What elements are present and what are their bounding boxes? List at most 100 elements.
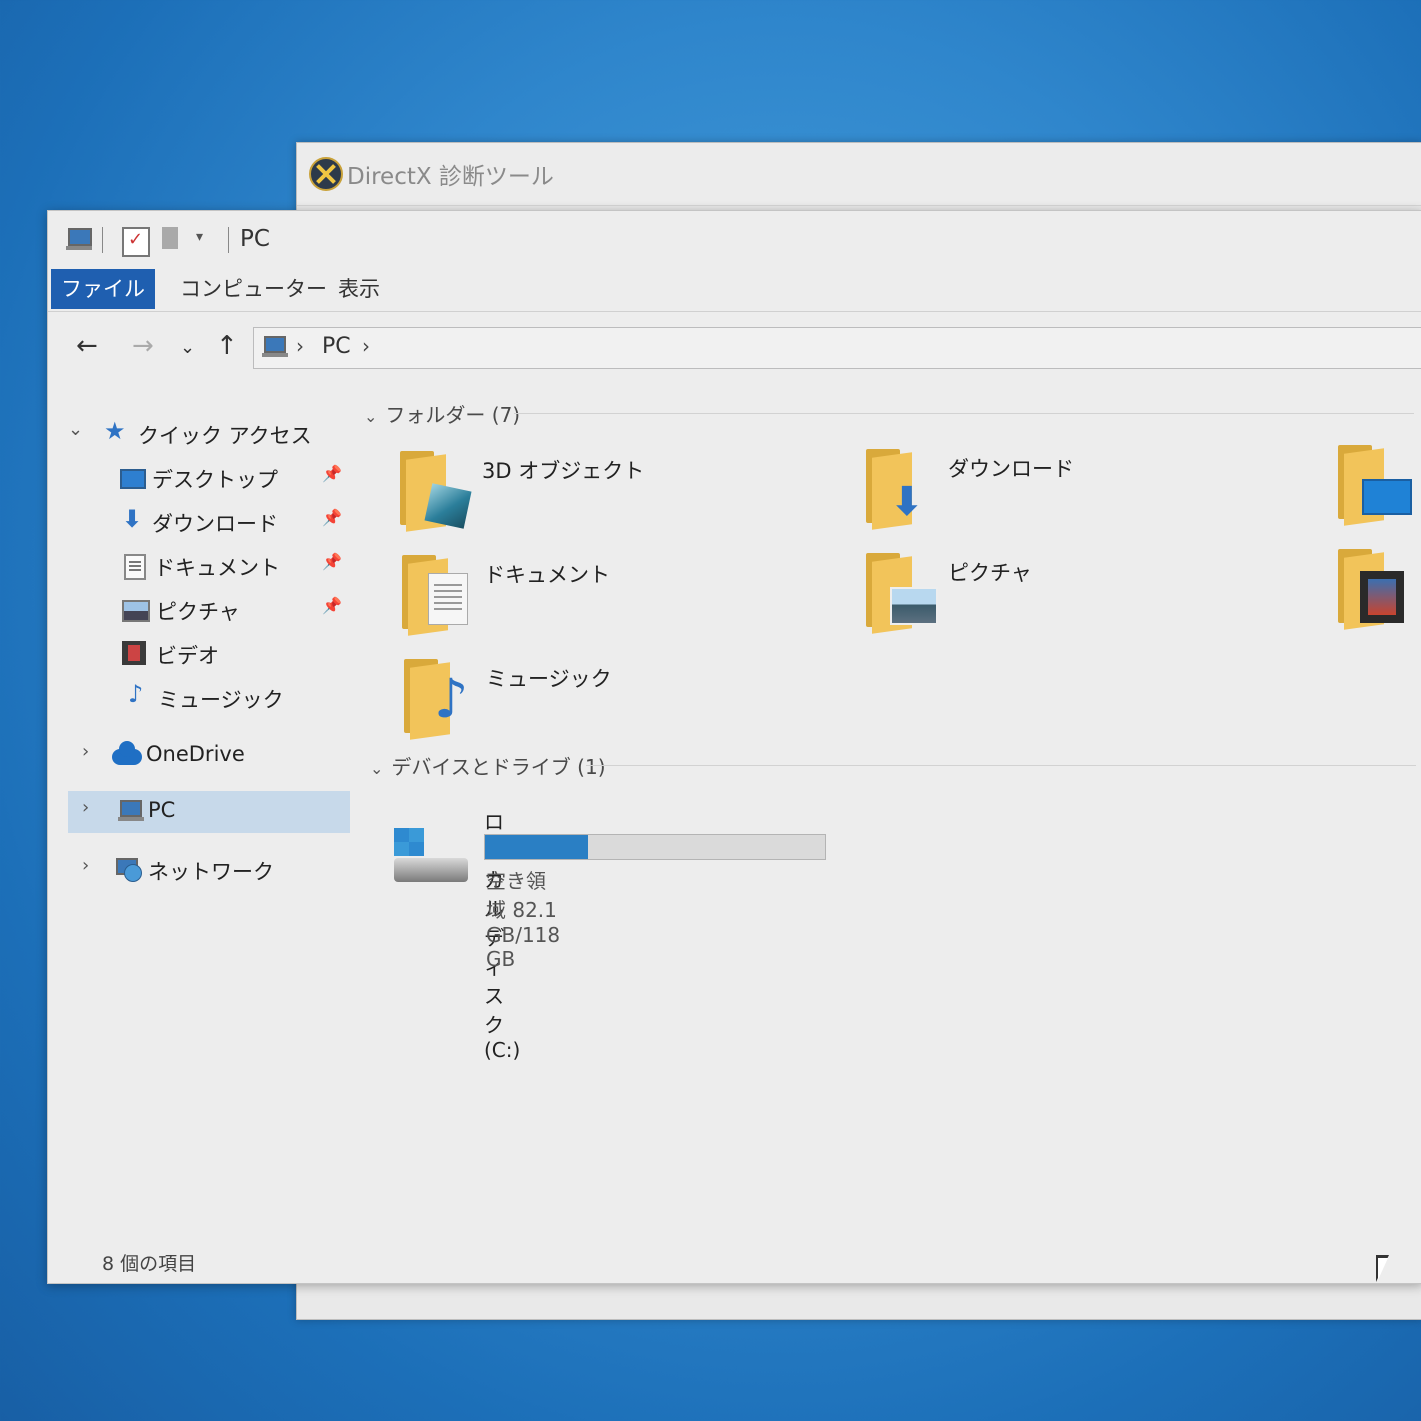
nav-label: デスクトップ <box>152 468 278 492</box>
devices-group-header[interactable]: ⌄ デバイスとドライブ (1) <box>370 751 606 780</box>
customize-toolbar-dropdown-icon[interactable]: ▾ <box>196 229 203 245</box>
toolbar-separator <box>228 227 229 253</box>
pin-icon[interactable]: 📌 <box>322 552 342 571</box>
nav-item-pictures[interactable]: ピクチャ 📌 <box>48 589 352 629</box>
pc-icon <box>118 800 144 822</box>
folder-label-3d-objects[interactable]: 3D オブジェクト <box>482 455 644 485</box>
nav-item-network[interactable]: › ネットワーク <box>48 849 352 889</box>
hard-drive-icon <box>394 828 474 888</box>
nav-label: ミュージック <box>158 688 284 712</box>
recent-locations-chevron-icon[interactable]: ⌄ <box>180 337 195 358</box>
drive-free-space: 空き領域 82.1 GB/118 GB <box>486 869 561 971</box>
nav-item-pc[interactable]: › PC <box>68 791 350 833</box>
up-arrow-icon[interactable]: ↑ <box>216 331 238 361</box>
nav-label: ダウンロード <box>152 512 278 536</box>
breadcrumb-chevron-icon[interactable]: › <box>362 334 370 358</box>
folder-label-pictures[interactable]: ピクチャ <box>948 557 1032 587</box>
folder-pictures-icon[interactable] <box>866 553 938 634</box>
directx-window-title: DirectX 診断ツール <box>347 164 554 190</box>
pc-icon <box>262 336 288 358</box>
back-arrow-icon[interactable]: ← <box>76 331 98 361</box>
nav-label: クイック アクセス <box>138 424 312 448</box>
pc-icon <box>66 227 92 251</box>
group-divider <box>586 765 1416 766</box>
download-arrow-icon: ⬇ <box>890 479 924 525</box>
folder-label-documents[interactable]: ドキュメント <box>484 559 610 589</box>
nav-item-onedrive[interactable]: › OneDrive <box>48 735 352 775</box>
nav-label: ビデオ <box>156 644 219 668</box>
directx-titlebar[interactable]: DirectX 診断ツール <box>297 143 1421 206</box>
document-icon <box>124 554 146 580</box>
video-icon <box>122 641 146 665</box>
folder-desktop-icon[interactable] <box>1338 445 1412 526</box>
pin-icon[interactable]: 📌 <box>322 508 342 527</box>
toolbar-separator <box>102 227 103 253</box>
nav-label: ドキュメント <box>154 556 280 580</box>
quick-access-toolbar: ✓ ▾ PC <box>48 211 1421 269</box>
pin-icon[interactable]: 📌 <box>322 464 342 483</box>
nav-label: PC <box>148 798 176 822</box>
content-pane: ⌄ フォルダー (7) 3D オブジェクト ⬇ ダウンロード ドキュメント ピクチ… <box>354 383 1421 1243</box>
window-title: PC <box>240 226 270 252</box>
folder-3d-objects-icon[interactable] <box>400 451 472 532</box>
folders-group-header[interactable]: ⌄ フォルダー (7) <box>364 399 520 428</box>
document-icon <box>428 573 468 625</box>
desktop-icon <box>120 469 146 489</box>
windows-logo-icon <box>394 828 424 856</box>
group-title: フォルダー (7) <box>385 403 521 427</box>
folder-documents-icon[interactable] <box>402 555 472 636</box>
nav-item-desktop[interactable]: デスクトップ 📌 <box>48 457 352 497</box>
folder-downloads-icon[interactable]: ⬇ <box>866 449 936 530</box>
drive-usage-fill <box>485 835 589 859</box>
nav-label: ネットワーク <box>148 860 274 884</box>
folder-label-music[interactable]: ミュージック <box>486 663 612 693</box>
tab-file[interactable]: ファイル <box>51 269 155 309</box>
status-item-count: 8 個の項目 <box>102 1253 197 1275</box>
new-folder-icon[interactable] <box>162 227 178 249</box>
nav-item-documents[interactable]: ドキュメント 📌 <box>48 545 352 585</box>
cloud-icon <box>112 741 142 765</box>
download-arrow-icon: ⬇ <box>122 505 143 533</box>
group-divider <box>514 413 1414 414</box>
nav-quick-access[interactable]: ⌄ ★ クイック アクセス <box>48 413 352 453</box>
pin-icon[interactable]: 📌 <box>322 596 342 615</box>
ribbon-tabs: ファイル コンピューター 表示 <box>48 269 1421 312</box>
folder-music-icon[interactable]: ♪ <box>404 659 474 740</box>
directx-app-icon <box>309 157 343 191</box>
file-explorer-window: ✓ ▾ PC ファイル コンピューター 表示 ← → ⌄ ↑ › PC › ⌄ … <box>47 210 1421 1284</box>
expand-chevron-icon[interactable]: › <box>82 741 89 762</box>
nav-item-downloads[interactable]: ⬇ ダウンロード 📌 <box>48 501 352 541</box>
cube-icon <box>424 483 472 529</box>
nav-label: OneDrive <box>146 742 245 766</box>
drive-usage-bar <box>484 834 826 860</box>
desktop-icon <box>1362 479 1412 515</box>
nav-item-music[interactable]: ♪ ミュージック <box>48 677 352 717</box>
navigation-pane: ⌄ ★ クイック アクセス デスクトップ 📌 ⬇ ダウンロード 📌 ドキュメント… <box>48 383 352 1243</box>
mouse-cursor-fill <box>1378 1258 1388 1280</box>
nav-item-videos[interactable]: ビデオ <box>48 633 352 673</box>
group-title: デバイスとドライブ (1) <box>391 755 606 779</box>
tab-computer[interactable]: コンピューター <box>162 269 345 309</box>
expand-chevron-icon[interactable]: › <box>82 797 89 818</box>
breadcrumb-pc[interactable]: PC <box>322 334 351 359</box>
network-icon <box>114 858 142 882</box>
picture-icon <box>890 587 938 625</box>
music-note-icon: ♪ <box>434 667 469 730</box>
properties-icon[interactable]: ✓ <box>122 227 150 257</box>
music-note-icon: ♪ <box>128 680 144 708</box>
nav-label: ピクチャ <box>156 600 240 624</box>
address-bar[interactable]: › PC › <box>253 327 1421 369</box>
film-icon <box>1360 571 1404 623</box>
folder-videos-icon[interactable] <box>1338 549 1408 630</box>
collapse-chevron-icon[interactable]: ⌄ <box>68 419 83 440</box>
folder-label-downloads[interactable]: ダウンロード <box>948 453 1074 483</box>
navigation-bar: ← → ⌄ ↑ › PC › <box>48 317 1421 377</box>
collapse-chevron-icon[interactable]: ⌄ <box>370 759 383 778</box>
star-icon: ★ <box>104 417 126 445</box>
breadcrumb-chevron-icon[interactable]: › <box>296 334 304 358</box>
tab-view[interactable]: 表示 <box>320 269 398 309</box>
picture-icon <box>122 600 150 622</box>
collapse-chevron-icon[interactable]: ⌄ <box>364 407 377 426</box>
expand-chevron-icon[interactable]: › <box>82 855 89 876</box>
forward-arrow-icon[interactable]: → <box>132 331 154 361</box>
